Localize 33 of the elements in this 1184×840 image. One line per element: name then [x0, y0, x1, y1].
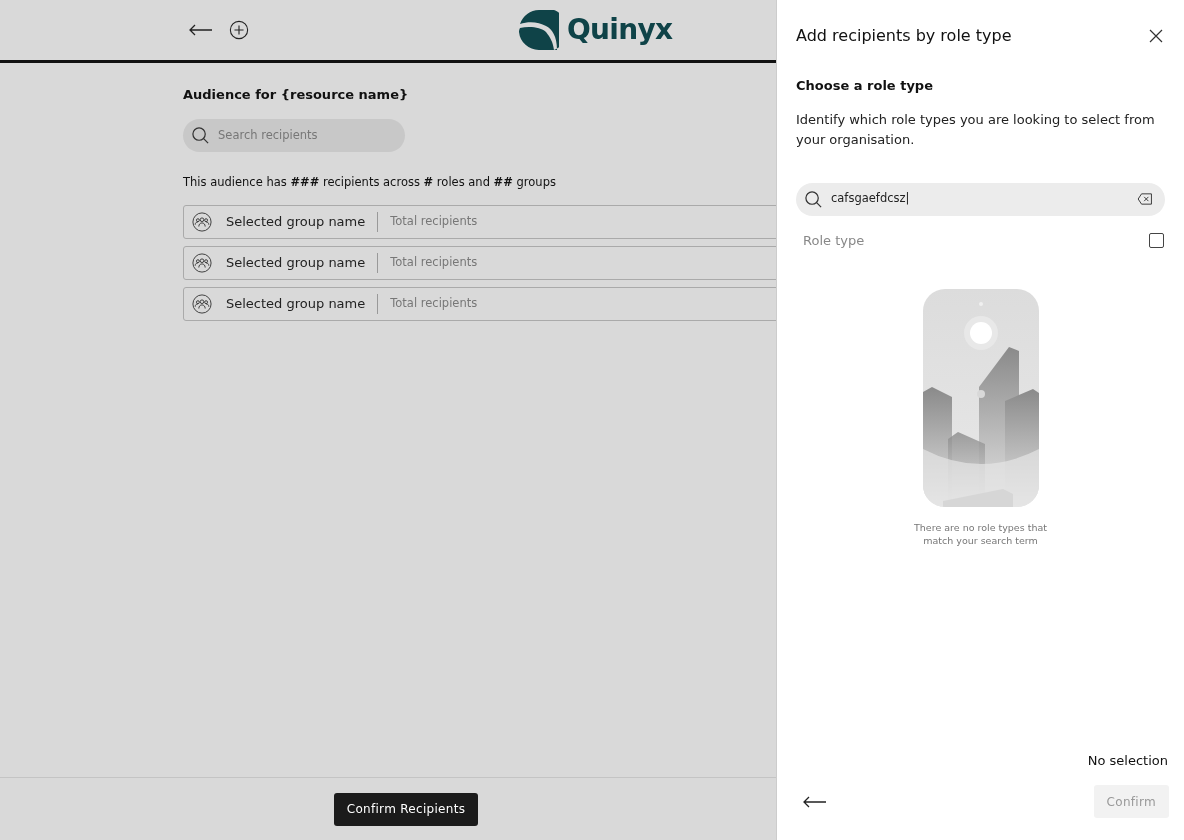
selection-status: No selection [1087, 751, 1168, 770]
search-icon [804, 189, 823, 209]
audience-title: Audience for {resource name} [183, 86, 410, 104]
group-row[interactable]: Selected group name Total recipients [183, 245, 776, 280]
group-name: Selected group name [226, 254, 366, 272]
audience-summary: This audience has ### recipients across # roles and ## groups [183, 173, 557, 191]
panel-subtitle: Choose a role type [796, 77, 934, 95]
group-row[interactable]: Selected group name Total recipients [183, 204, 776, 239]
people-group-icon [192, 211, 212, 232]
group-name: Selected group name [226, 295, 366, 313]
clear-icon[interactable] [1137, 193, 1153, 205]
group-row[interactable]: Selected group name Total recipients [183, 286, 776, 321]
people-group-icon [192, 252, 212, 273]
role-type-checkbox[interactable] [1149, 232, 1164, 248]
total-recipients: Total recipients [390, 213, 478, 231]
panel-title: Add recipients by role type [796, 25, 1012, 47]
search-field[interactable]: Search recipients [183, 118, 405, 152]
logo-icon [519, 10, 559, 50]
panel-description: Identify which role types you are looking to select from your organisation. [796, 110, 1156, 149]
role-type-label: Role type [803, 231, 865, 250]
empty-state-message: There are no role types that match your search term [913, 521, 1048, 547]
confirm-button: Confirm [1093, 785, 1169, 818]
group-name: Selected group name [226, 213, 366, 231]
add-button[interactable] [229, 19, 251, 41]
close-button[interactable] [1149, 29, 1163, 43]
search-icon [191, 125, 210, 145]
total-recipients: Total recipients [390, 295, 478, 313]
search-field[interactable]: cafsgaefdcsz| [796, 182, 1165, 216]
total-recipients: Total recipients [390, 254, 478, 272]
logo-text: Quinyx [567, 16, 673, 44]
confirm-recipients-button[interactable]: Confirm Recipients [333, 792, 479, 826]
people-group-icon [192, 293, 212, 314]
search-value: cafsgaefdcsz| [831, 190, 911, 208]
